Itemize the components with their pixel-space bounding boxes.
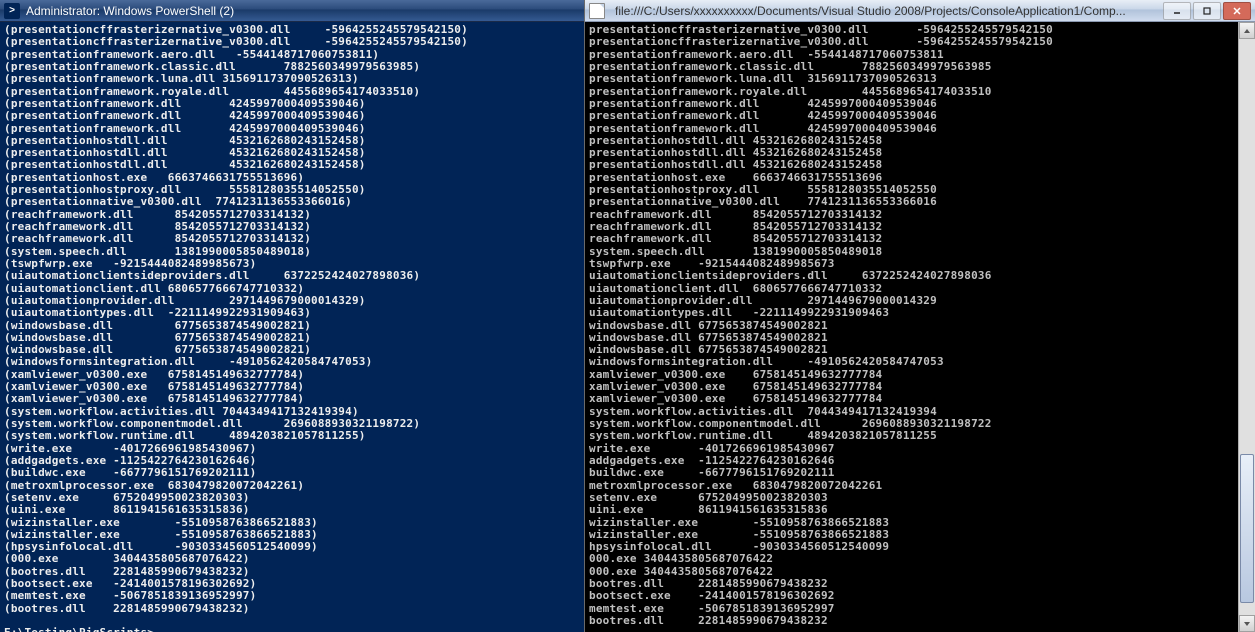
scroll-up-button[interactable]: [1239, 22, 1255, 39]
powershell-icon: >: [4, 3, 20, 19]
textviewer-title-text: file:///C:/Users/xxxxxxxxxx/Documents/Vi…: [615, 4, 1157, 18]
maximize-button[interactable]: [1193, 2, 1221, 20]
powershell-title-text: Administrator: Windows PowerShell (2): [26, 4, 580, 18]
powershell-titlebar[interactable]: > Administrator: Windows PowerShell (2): [0, 0, 584, 22]
powershell-window: > Administrator: Windows PowerShell (2) …: [0, 0, 584, 632]
scroll-track[interactable]: [1239, 39, 1255, 615]
scroll-down-button[interactable]: [1239, 615, 1255, 632]
window-controls: [1161, 2, 1251, 20]
textviewer-titlebar[interactable]: file:///C:/Users/xxxxxxxxxx/Documents/Vi…: [585, 0, 1255, 22]
vertical-scrollbar[interactable]: [1238, 22, 1255, 632]
textviewer-body: presentationcffrasterizernative_v0300.dl…: [585, 22, 1255, 632]
minimize-button[interactable]: [1163, 2, 1191, 20]
textviewer-output[interactable]: presentationcffrasterizernative_v0300.dl…: [585, 22, 1238, 632]
textviewer-window: file:///C:/Users/xxxxxxxxxx/Documents/Vi…: [584, 0, 1255, 632]
scroll-thumb[interactable]: [1240, 454, 1254, 604]
powershell-output: (presentationcffrasterizernative_v0300.d…: [0, 22, 584, 632]
close-button[interactable]: [1223, 2, 1251, 20]
document-icon: [589, 3, 605, 19]
powershell-console[interactable]: (presentationcffrasterizernative_v0300.d…: [0, 22, 584, 632]
